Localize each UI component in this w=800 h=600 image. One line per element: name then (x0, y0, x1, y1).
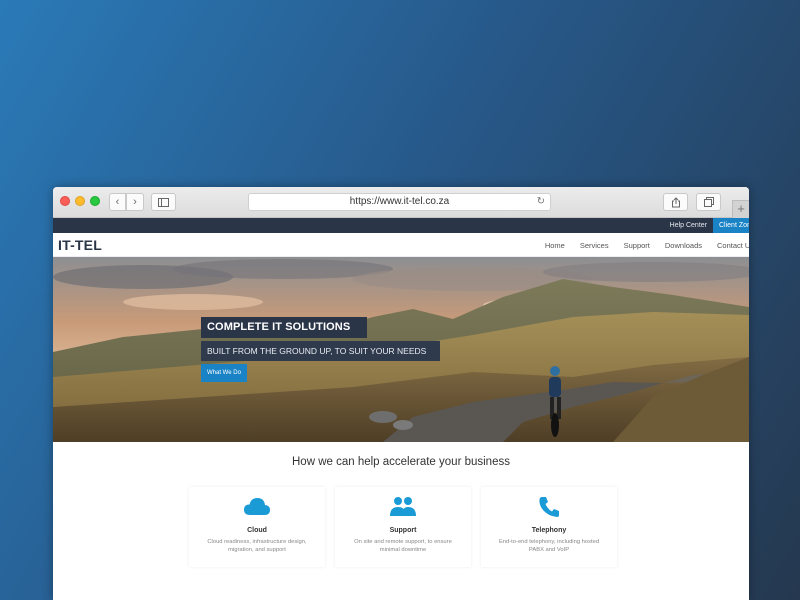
browser-window: ‹ › https://www.it-tel.co.za ↻ + Help Ce… (53, 187, 749, 600)
url-text: https://www.it-tel.co.za (349, 196, 450, 207)
new-tab-button[interactable]: + (732, 200, 749, 218)
hero-title: COMPLETE IT SOLUTIONS (201, 317, 368, 338)
minimize-window-button[interactable] (75, 196, 85, 206)
hero-subtitle: BUILT FROM THE GROUND UP, TO SUIT YOUR N… (201, 341, 440, 361)
menu-item-contact[interactable]: Contact Us (717, 241, 749, 250)
menu-item-downloads[interactable]: Downloads (665, 241, 702, 250)
phone-icon (539, 497, 559, 517)
service-card-support[interactable]: Support On site and remote support, to e… (335, 487, 471, 567)
help-center-link[interactable]: Help Center (670, 218, 707, 233)
card-description: On site and remote support, to ensure mi… (354, 539, 452, 553)
chevron-left-icon: ‹ (115, 196, 120, 208)
menu-item-support[interactable]: Support (624, 241, 650, 250)
users-icon (390, 497, 416, 516)
section-heading: How we can help accelerate your business (292, 456, 510, 468)
cloud-icon (244, 498, 270, 515)
card-title: Support (389, 527, 417, 534)
tabs-icon (703, 197, 714, 207)
close-window-button[interactable] (60, 196, 70, 206)
menu-item-home[interactable]: Home (545, 241, 565, 250)
sidebar-toggle-button[interactable] (151, 193, 176, 211)
card-title: Cloud (247, 527, 267, 534)
hero-banner: COMPLETE IT SOLUTIONS BUILT FROM THE GRO… (53, 257, 749, 442)
website-viewport: Help Center Client Zone IT-TEL Home Serv… (53, 218, 749, 600)
plus-icon: + (737, 201, 745, 216)
show-tabs-button[interactable] (696, 193, 721, 211)
share-icon (671, 196, 680, 207)
utility-bar: Help Center Client Zone (53, 218, 749, 233)
card-description: End-to-end telephony, including hosted P… (498, 539, 600, 553)
client-zone-button[interactable]: Client Zone (713, 218, 749, 233)
reload-icon[interactable]: ↻ (537, 194, 545, 210)
zoom-window-button[interactable] (90, 196, 100, 206)
sidebar-icon (158, 197, 169, 207)
site-header: IT-TEL Home Services Support Downloads C… (53, 233, 749, 257)
forward-button[interactable]: › (126, 193, 144, 211)
site-logo[interactable]: IT-TEL (58, 237, 102, 253)
share-button[interactable] (663, 193, 688, 211)
menu-item-services[interactable]: Services (580, 241, 609, 250)
main-menu: Home Services Support Downloads Contact … (530, 233, 749, 257)
browser-toolbar: ‹ › https://www.it-tel.co.za ↻ + (53, 187, 749, 218)
services-section: How we can help accelerate your business… (53, 442, 749, 600)
what-we-do-button[interactable]: What We Do (201, 364, 247, 382)
service-card-telephony[interactable]: Telephony End-to-end telephony, includin… (481, 487, 617, 567)
back-button[interactable]: ‹ (109, 193, 126, 211)
card-title: Telephony (531, 527, 567, 534)
chevron-right-icon: › (133, 196, 137, 208)
card-description: Cloud readiness, infrastructure design, … (207, 539, 307, 553)
service-card-cloud[interactable]: Cloud Cloud readiness, infrastructure de… (189, 487, 325, 567)
address-bar[interactable]: https://www.it-tel.co.za ↻ (248, 193, 551, 211)
